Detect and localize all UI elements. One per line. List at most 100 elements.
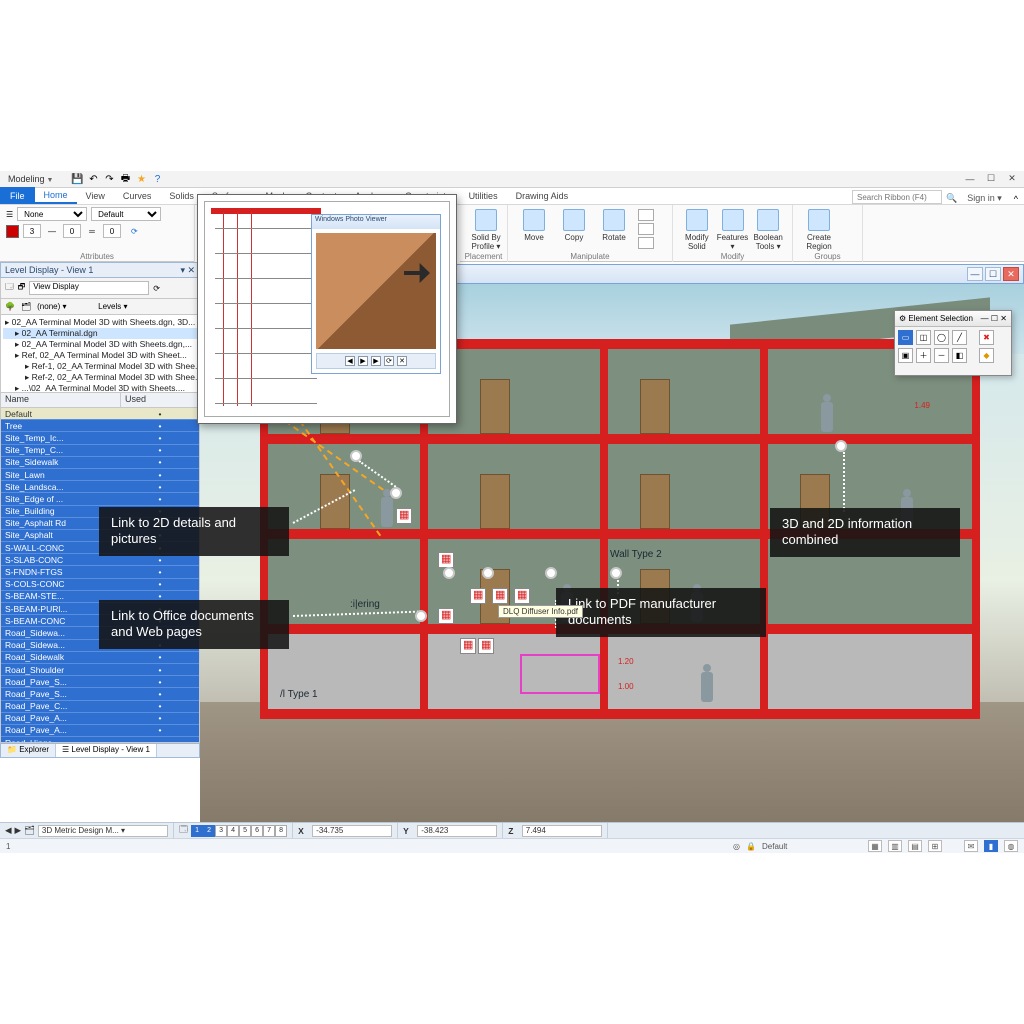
link-icon[interactable] [438,608,454,624]
level-row[interactable]: Road_Pave_C...• [1,701,199,713]
tab-view[interactable]: View [77,187,114,204]
ribbon-collapse-icon[interactable]: ^ [1008,194,1024,204]
level-row[interactable]: Road_Pave_S...• [1,676,199,688]
tab-curves[interactable]: Curves [114,187,161,204]
redo-icon[interactable]: ↷ [103,173,115,185]
link-icon[interactable] [470,588,486,604]
sel-line-icon[interactable]: ╱ [952,330,967,345]
file-tab[interactable]: File [0,187,35,204]
copy-button[interactable]: Copy [556,209,592,249]
filter-select[interactable]: (none) ▾ [37,302,92,311]
sel-shape-icon[interactable]: ◯ [934,330,949,345]
view-num-2[interactable]: 2 [203,825,215,837]
ribbon-search[interactable] [852,190,942,204]
refresh-icon[interactable]: ⟳ [153,284,160,293]
solid-by-profile-button[interactable]: Solid ByProfile ▾ [468,209,504,251]
attr-more-icon[interactable]: ⟳ [131,227,138,236]
link-icon[interactable] [514,588,530,604]
coord-x[interactable]: -34.735 [312,825,392,837]
level-row[interactable]: Site_Temp_Ic...• [1,432,199,444]
link-icon[interactable] [396,508,412,524]
tree-row[interactable]: ▸ Ref-1, 02_AA Terminal Model 3D with Sh… [3,361,197,372]
link-icon[interactable] [460,638,476,654]
view-num-1[interactable]: 1 [191,825,203,837]
attr-level[interactable]: None [17,207,87,221]
view-num-7[interactable]: 7 [263,825,275,837]
view-num-3[interactable]: 3 [215,825,227,837]
prev-icon[interactable]: ◀ [345,356,355,366]
sel-block-icon[interactable]: ◫ [916,330,931,345]
color-swatch[interactable] [6,225,19,238]
search-icon[interactable]: 🔍 [942,193,961,204]
active-level[interactable]: Default [762,842,862,851]
level-row[interactable]: Site_Lawn• [1,469,199,481]
sel-more-icon[interactable]: ◆ [979,348,994,363]
features-button[interactable]: Features▾ [717,209,749,251]
link-icon[interactable] [492,588,508,604]
panel-close-icon[interactable]: ▾ ✕ [180,265,195,276]
boolean-tools-button[interactable]: BooleanTools ▾ [752,209,784,251]
rotate-icon[interactable]: ⟳ [384,356,394,366]
print-icon[interactable]: 🖶 [119,173,131,185]
tree-row[interactable]: ▸ ...\02_AA Terminal Model 3D with Sheet… [3,383,197,393]
modify-solid-button[interactable]: ModifySolid [681,209,713,251]
scale-icon[interactable] [638,223,654,235]
views-icon[interactable]: 🗔 [179,824,188,838]
fwd-icon[interactable]: ▶ [15,825,22,836]
tab-explorer[interactable]: 📁 Explorer [1,744,56,757]
level-row[interactable]: Site_Edge of ...• [1,493,199,505]
palette-max-icon[interactable]: ☐ [991,314,998,323]
status-icon[interactable]: ✉ [964,840,978,852]
levels-select[interactable]: Levels ▾ [98,302,153,311]
next-icon[interactable]: ▶ [371,356,381,366]
favorite-icon[interactable]: ★ [135,173,147,185]
maximize-button[interactable]: ☐ [981,172,1001,185]
level-row[interactable]: Tree• [1,420,199,432]
model-icon[interactable]: 🗂 [24,825,35,836]
status-icon[interactable]: ◍ [1004,840,1018,852]
view-toggle-icon[interactable]: 🗔 [5,281,14,295]
sel-clear-icon[interactable]: ✖ [979,330,994,345]
tree-row[interactable]: ▸ 02_AA Terminal Model 3D with Sheets.dg… [3,317,197,328]
level-row[interactable]: Site_Temp_C...• [1,445,199,457]
palette-close-icon[interactable]: ✕ [1000,314,1007,323]
minimize-button[interactable]: — [960,172,980,185]
level-row[interactable]: Road_Sidewalk• [1,652,199,664]
tree-icon[interactable]: 🌳 [5,302,15,311]
sel-new-icon[interactable]: ▣ [898,348,913,363]
attr-lineweight[interactable]: 0 [63,224,81,238]
sign-in-link[interactable]: Sign in ▾ [961,193,1008,204]
level-row[interactable]: Road_Shoulder• [1,664,199,676]
status-icon[interactable]: ▤ [908,840,922,852]
level-row[interactable]: Site_Landsca...• [1,481,199,493]
link-icon[interactable] [438,552,454,568]
help-icon[interactable]: ? [151,173,163,185]
snap-icon[interactable]: ◎ [733,842,740,851]
status-icon[interactable]: ▮ [984,840,998,852]
gear-icon[interactable]: ⚙ [899,314,906,323]
create-region-button[interactable]: CreateRegion [801,209,837,251]
close-button[interactable]: ✕ [1002,172,1022,185]
detail-popup-window[interactable]: Windows Photo Viewer ◀ ▶ ▶ ⟳ ✕ [197,194,457,424]
view-num-6[interactable]: 6 [251,825,263,837]
tab-utilities[interactable]: Utilities [460,187,507,204]
tab-level-display[interactable]: ☰ Level Display - View 1 [56,744,157,757]
status-icon[interactable]: ▦ [868,840,882,852]
tree-icon-2[interactable]: 🗂 [21,302,31,311]
sel-inv-icon[interactable]: ◧ [952,348,967,363]
status-icon[interactable]: ⊞ [928,840,942,852]
view-min-icon[interactable]: — [967,267,983,281]
view-max-icon[interactable]: ☐ [985,267,1001,281]
display-mode-select[interactable]: View Display [29,281,149,295]
palette-min-icon[interactable]: — [981,314,989,323]
attr-color[interactable]: 3 [23,224,41,238]
tree-row[interactable]: ▸ 02_AA Terminal Model 3D with Sheets.dg… [3,339,197,350]
lock-icon[interactable]: 🔒 [746,842,756,851]
array-icon[interactable] [638,237,654,249]
sel-sub-icon[interactable]: － [934,348,949,363]
level-row[interactable]: Road_Pave_S...• [1,688,199,700]
photo-viewer-window[interactable]: Windows Photo Viewer ◀ ▶ ▶ ⟳ ✕ [311,214,441,374]
level-list-header[interactable]: Name Used [0,393,200,408]
view-num-8[interactable]: 8 [275,825,287,837]
sel-add-icon[interactable]: ＋ [916,348,931,363]
